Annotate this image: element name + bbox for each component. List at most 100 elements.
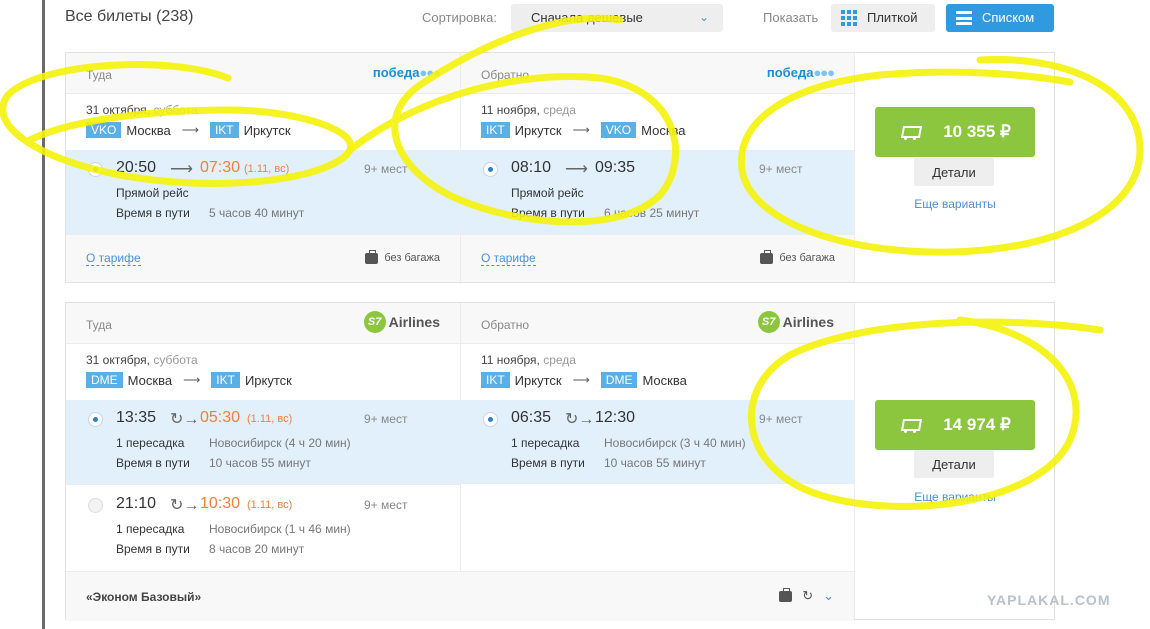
airline-logo: победа●●● [766,65,835,80]
details-button[interactable]: Детали [914,158,994,186]
baggage-info: без багажа [760,249,835,264]
seats-available: 9+ мест [364,162,408,176]
chevron-down-icon: ⌄ [698,10,709,24]
airport-code: DME [600,372,638,388]
arrival-time: 05:30 [200,409,241,426]
segment-header: Туда S7 Airlines [66,303,460,344]
departure-time: 06:35 [511,409,552,426]
flight-date: 11 ноября, среда [481,353,576,367]
cart-icon [899,123,921,141]
city: Иркутск [244,372,292,388]
travel-time: Время в пути 10 часов 55 минут [511,456,706,470]
sort-value: Сначала дешевые [531,10,643,25]
transfer-info: 1 пересадка Новосибирск (4 ч 20 мин) [116,436,351,450]
no-exchange-icon: ↻ [802,588,814,603]
tariff-link[interactable]: О тарифе [481,252,536,266]
city: Иркутск [514,122,562,138]
seats-available: 9+ мест [759,162,803,176]
sort-select[interactable]: Сначала дешевые ⌄ [511,4,723,32]
airport-code: VKO [86,122,122,138]
arrow-right-icon: ⟶ [170,161,193,178]
travel-time: Время в пути 8 часов 20 минут [116,542,305,556]
route: DME Москва ⟶ IKT Иркутск [86,372,292,388]
outbound-segment: Туда победа●●● 31 октября, суббота VKO М… [66,53,460,284]
city: Иркутск [514,372,562,388]
arrival-time: 10:30 [200,495,241,512]
city: Москва [126,122,171,138]
flight-option[interactable]: 06:35 ↻→ 12:30 9+ мест 1 пересадка Новоси… [461,400,855,484]
flight-option[interactable]: 21:10 ↻→ 10:30 (1.11, вс) 9+ мест 1 пере… [66,486,460,570]
return-segment: Обратно S7 Airlines 11 ноября, среда IKT … [460,303,855,571]
arrow-right-icon: ⟶ [181,123,199,137]
airport-code: IKT [211,372,240,388]
city: Москва [642,372,687,388]
segment-header: Туда победа●●● [66,53,460,94]
travel-time: Время в пути 6 часов 25 минут [511,206,700,220]
arrow-right-icon: ⟶ [565,161,588,178]
view-tile-button[interactable]: Плиткой [831,4,935,32]
direction-label: Туда [86,318,112,332]
left-divider [42,0,45,629]
direction-label: Туда [86,68,112,82]
flight-radio[interactable] [483,162,498,177]
departure-time: 21:10 [116,495,157,512]
flight-option[interactable]: 20:50 ⟶ 07:30 (1.11, вс) 9+ мест Прямой … [66,150,460,234]
ticket-card: Туда S7 Airlines 31 октября, суббота DME … [65,302,1055,621]
arrival-time: 07:30 [200,159,241,176]
airline-logo: победа●●● [372,65,441,80]
flight-option[interactable]: 08:10 ⟶ 09:35 9+ мест Прямой рейс Время … [461,150,855,234]
price-column: 10 355 ₽ Детали Еще варианты [854,53,1054,282]
details-button[interactable]: Детали [914,450,994,478]
flight-option[interactable]: 13:35 ↻→ 05:30 (1.11, вс) 9+ мест 1 пере… [66,400,460,484]
chevron-down-icon[interactable]: ⌄ [823,588,834,604]
flight-type: Прямой рейс [116,186,189,200]
direction-label: Обратно [481,68,530,82]
segment-header: Обратно победа●●● [461,53,854,94]
flight-radio[interactable] [88,498,103,513]
tariff-link[interactable]: О тарифе [86,252,141,266]
departure-time: 13:35 [116,409,157,426]
price: 14 974 ₽ [943,415,1011,434]
arrival-time: 12:30 [595,409,636,426]
airport-code: DME [86,372,123,388]
grid-icon [841,10,857,26]
route: VKO Москва ⟶ IKT Иркутск [86,122,291,138]
segment-header: Обратно S7 Airlines [461,303,854,344]
flight-type: Прямой рейс [511,186,584,200]
arrow-right-icon: ⟶ [572,373,590,387]
transfer-arrow-icon: ↻→ [170,497,200,514]
city: Москва [641,122,686,138]
price-column: 14 974 ₽ Детали Еще варианты [854,303,1054,619]
cart-icon [899,416,921,434]
route: IKT Иркутск ⟶ VKO Москва [481,122,686,138]
view-list-label: Списком [982,10,1035,25]
view-tile-label: Плиткой [867,10,918,25]
fare-icons: ↻ ⌄ [779,587,834,604]
flight-radio[interactable] [483,412,498,427]
transfer-info: 1 пересадка Новосибирск (1 ч 46 мин) [116,522,351,536]
airport-code: IKT [209,122,239,138]
transfer-arrow-icon: ↻→ [170,411,200,428]
flight-radio[interactable] [88,162,103,177]
route: IKT Иркутск ⟶ DME Москва [481,372,687,388]
transfer-arrow-icon: ↻→ [565,411,595,428]
arrow-right-icon: ⟶ [572,123,590,137]
more-options-link[interactable]: Еще варианты [855,197,1055,211]
return-segment: Обратно победа●●● 11 ноября, среда IKT И… [460,53,855,284]
city: Иркутск [243,122,291,138]
more-options-link[interactable]: Еще варианты [855,490,1055,504]
view-list-button[interactable]: Списком [946,4,1054,32]
view-label: Показать [763,10,819,25]
tickets-count: Все билеты (238) [65,8,194,25]
watermark: YAPLAKAL.COM [987,592,1111,608]
direction-label: Обратно [481,318,530,332]
flight-radio[interactable] [88,412,103,427]
ticket-card: Туда победа●●● 31 октября, суббота VKO М… [65,52,1055,284]
buy-button[interactable]: 10 355 ₽ [875,107,1035,157]
seats-available: 9+ мест [759,412,803,426]
list-icon [956,11,972,25]
airport-code: IKT [481,122,510,138]
suitcase-icon [365,249,379,264]
buy-button[interactable]: 14 974 ₽ [875,400,1035,450]
sort-label: Сортировка: [422,10,497,25]
